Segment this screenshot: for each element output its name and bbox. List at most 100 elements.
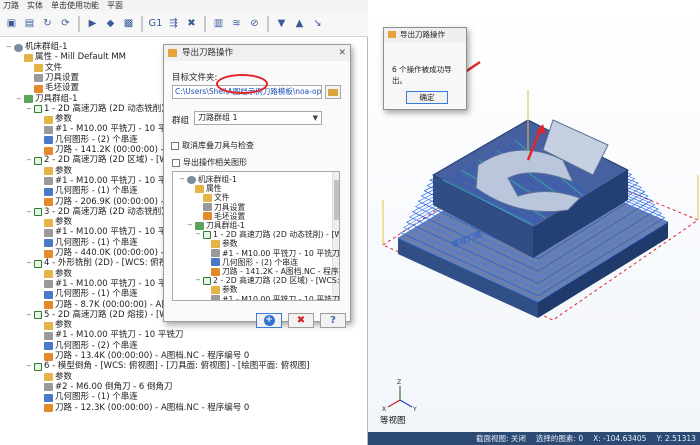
export-geometry-checkbox[interactable] xyxy=(172,158,180,167)
manager-tabs: 刀路 实体 单击使用功能 平面 xyxy=(0,0,368,11)
browse-folder-button[interactable] xyxy=(325,85,341,99)
tab-planes[interactable]: 平面 xyxy=(107,0,123,11)
regenerate-dirty-icon[interactable]: ⟳ xyxy=(58,16,73,31)
check-node-icon xyxy=(34,362,42,371)
grey-node-icon xyxy=(34,74,43,83)
ok-button[interactable]: + xyxy=(256,313,282,328)
post-icon[interactable]: G1 xyxy=(148,16,163,31)
expand-toggle-icon[interactable]: − xyxy=(16,94,22,105)
help-icon: ? xyxy=(330,315,336,326)
tree-row[interactable]: 刀路 - 12.3K (00:00:00) - A图档.NC - 程序编号 0 xyxy=(36,403,249,414)
insert-arrow-icon[interactable]: ↘ xyxy=(310,16,325,31)
dialog-titlebar: 导出刀路操作 ✕ xyxy=(164,45,350,61)
delete-icon[interactable]: ✖ xyxy=(184,16,199,31)
chevron-down-icon: ▼ xyxy=(312,114,318,122)
move-down-icon[interactable]: ▼ xyxy=(274,16,289,31)
blue-node-icon xyxy=(44,187,53,196)
blue-node-icon xyxy=(44,290,53,299)
export-success-messagebox: 导出刀路操作 6 个操作被成功导出。 确定 xyxy=(383,27,467,110)
check-node-icon xyxy=(34,156,42,165)
cancel-tools-checkbox[interactable] xyxy=(171,141,179,150)
expand-toggle-icon[interactable]: − xyxy=(26,258,32,269)
y-coordinate: Y: 2.51313 xyxy=(656,434,696,443)
toolbar-separator xyxy=(141,15,143,32)
tree-row-label: 刀路 - 12.3K (00:00:00) - A图档.NC - 程序编号 0 xyxy=(55,402,250,413)
cancel-tools-row[interactable]: 取消库叠刀具与检查 xyxy=(171,140,254,151)
folder-node-icon xyxy=(24,53,33,62)
check-node-icon xyxy=(34,311,42,320)
dialog-operation-tree: − 机床群组-1 属性 文件 刀具设置 毛坯设置 − 刀具群组-1−1 - 2D 高速刀路 (… xyxy=(172,171,340,301)
tab-single-click[interactable]: 单击使用功能 xyxy=(51,0,99,11)
annotation-circle xyxy=(216,74,268,94)
orange-node-icon xyxy=(44,249,53,258)
expand-toggle-icon[interactable]: − xyxy=(187,220,193,231)
grey-node-icon xyxy=(44,331,53,340)
expand-toggle-icon[interactable]: − xyxy=(26,361,32,372)
backplot-icon[interactable]: ▶ xyxy=(85,16,100,31)
tab-solids[interactable]: 实体 xyxy=(27,0,43,11)
export-geometry-row[interactable]: 导出操作相关图形 xyxy=(172,157,247,168)
group-select[interactable]: 刀路群组 1 ▼ xyxy=(194,111,322,125)
export-geometry-label: 导出操作相关图形 xyxy=(183,158,247,167)
orange-node-icon xyxy=(44,352,53,361)
folder-node-icon xyxy=(44,115,53,124)
grey-node-icon xyxy=(44,280,53,289)
blue-node-icon xyxy=(44,136,53,145)
expand-toggle-icon[interactable]: − xyxy=(195,229,201,240)
toggle-display-icon[interactable]: ≋ xyxy=(229,16,244,31)
x-coordinate: X: -104.63405 xyxy=(593,434,647,443)
expand-toggle-icon[interactable]: − xyxy=(179,174,185,185)
section-view-status[interactable]: 截面视图: 关闭 xyxy=(476,433,526,444)
expand-toggle-icon[interactable]: − xyxy=(195,275,201,286)
export-icon xyxy=(388,31,396,38)
blue-node-icon xyxy=(44,342,53,351)
status-bar: 截面视图: 关闭 选择的图素: 0 X: -104.63405 Y: 2.513… xyxy=(368,432,700,445)
grey-node-icon xyxy=(44,125,53,134)
verify-icon[interactable]: ◆ xyxy=(103,16,118,31)
grey-node-icon xyxy=(44,383,53,392)
orange-node-icon xyxy=(44,146,53,155)
regenerate-icon[interactable]: ↻ xyxy=(40,16,55,31)
svg-text:Z: Z xyxy=(397,379,401,386)
check-node-icon xyxy=(34,105,42,114)
grey-node-icon xyxy=(44,177,53,186)
grey-node-icon xyxy=(211,295,220,300)
scrollbar-thumb[interactable] xyxy=(334,180,339,220)
cancel-button[interactable]: ✖ xyxy=(288,313,314,328)
blue-node-icon xyxy=(44,393,53,402)
grey-node-icon xyxy=(44,228,53,237)
messagebox-title: 导出刀路操作 xyxy=(400,30,445,39)
highfeed-icon[interactable]: ⇶ xyxy=(166,16,181,31)
tab-toolpaths[interactable]: 刀路 xyxy=(3,0,19,11)
expand-toggle-icon[interactable]: − xyxy=(6,42,12,53)
manager-toolbar: ▣ ▤ ↻ ⟳ ▶ ◆ ▩ G1 ⇶ ✖ ▥ ≋ ⊘ ▼ ▲ ↘ xyxy=(0,11,368,37)
folder-icon xyxy=(328,88,338,96)
expand-toggle-icon[interactable]: − xyxy=(26,155,32,166)
tree-row[interactable]: #1 - M10.00 平铣刀 - 10 平铣刀 xyxy=(203,294,340,301)
group-label: 群组 xyxy=(172,116,190,126)
cancel-tools-label: 取消库叠刀具与检查 xyxy=(182,141,254,150)
select-failed-icon[interactable]: ▤ xyxy=(22,16,37,31)
orange-node-icon xyxy=(44,404,53,412)
lock-icon[interactable]: ▥ xyxy=(211,16,226,31)
messagebox-ok-button[interactable]: 确定 xyxy=(406,91,448,104)
svg-text:Y: Y xyxy=(412,406,417,413)
select-all-icon[interactable]: ▣ xyxy=(4,16,19,31)
folder-node-icon xyxy=(44,373,53,382)
tree-row-label: #1 - M10.00 平铣刀 - 10 平铣刀 xyxy=(222,294,340,301)
gear-node-icon xyxy=(14,43,23,52)
expand-toggle-icon[interactable]: − xyxy=(26,310,32,321)
simulate-icon[interactable]: ▩ xyxy=(121,16,136,31)
dialog-body: 目标文件夹: C:\Users\Shei\A图档示例刀路模板\noa-opera… xyxy=(164,61,350,328)
close-icon[interactable]: ✕ xyxy=(338,45,346,61)
toggle-post-icon[interactable]: ⊘ xyxy=(247,16,262,31)
orange-node-icon xyxy=(44,301,53,309)
help-button[interactable]: ? xyxy=(320,313,346,328)
expand-toggle-icon[interactable]: − xyxy=(26,207,32,218)
move-up-icon[interactable]: ▲ xyxy=(292,16,307,31)
folder-node-icon xyxy=(44,270,53,279)
folder-node-icon xyxy=(44,167,53,176)
folder-node-icon xyxy=(34,64,43,73)
expand-toggle-icon[interactable]: − xyxy=(26,104,32,115)
tree-row-label: 6 - 模型倒角 - [WCS: 俯视图] - [刀具面: 俯视图] - [绘图… xyxy=(44,361,310,372)
